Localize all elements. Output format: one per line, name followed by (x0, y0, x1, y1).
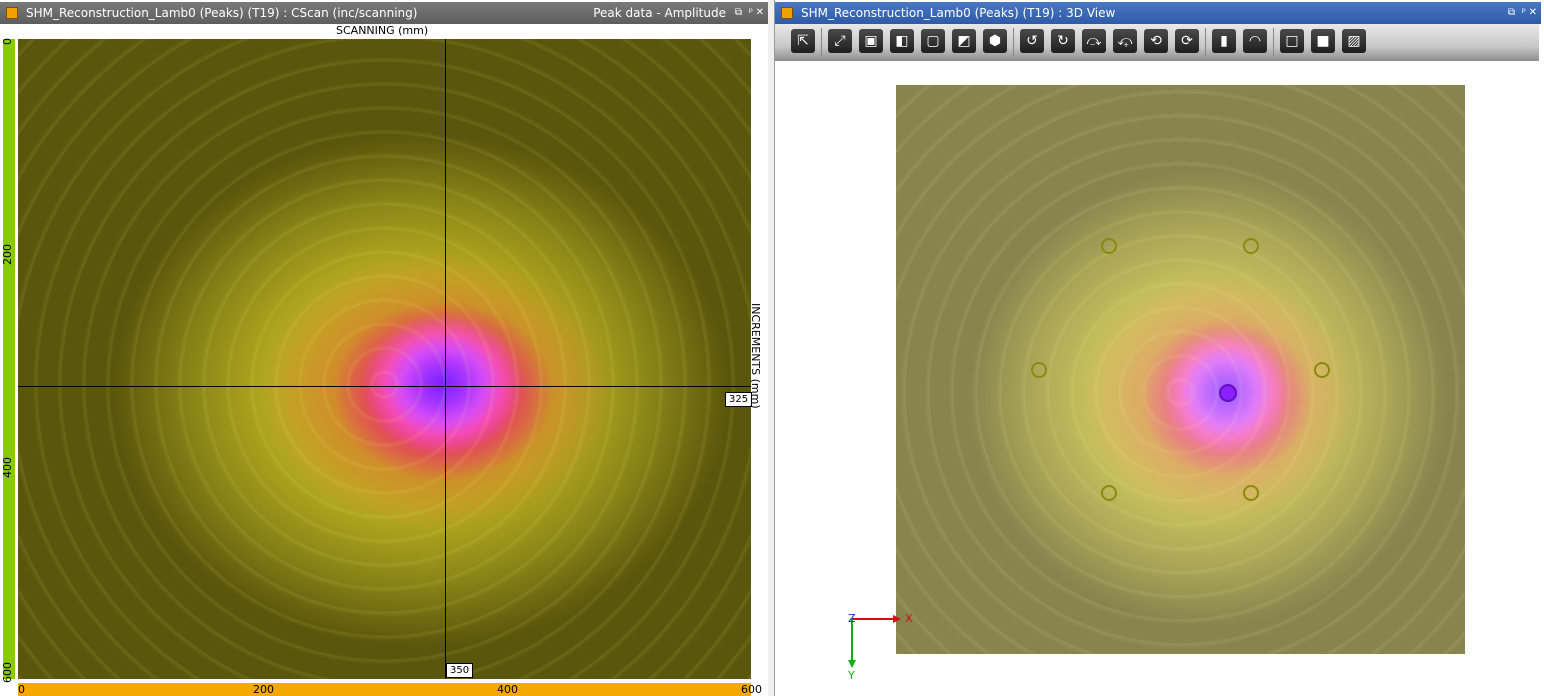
cscan-subtitle: Peak data - Amplitude (593, 6, 726, 20)
fit-icon[interactable]: ⤢ (828, 29, 852, 53)
cscan-image[interactable] (18, 39, 751, 679)
view3d-toolbar: ⇱ ⤢ ▣ ◧ ▢ ◩ ⬢ ↺ ↻ ⤼ ⤽ ⟲ ⟳ ▮ ◠ □ ■ ▨ (775, 24, 1539, 61)
y-tick-200: 200 (1, 244, 14, 265)
increment-axis-bar[interactable] (3, 39, 15, 679)
pin-icon[interactable]: ᵖ (749, 2, 753, 24)
y-tick-600: 600 (1, 662, 14, 683)
window-icon (6, 7, 18, 19)
axis-y-label: Y (848, 669, 855, 682)
cube-view-icon[interactable]: ▣ (859, 29, 883, 53)
hatch-icon[interactable]: ▨ (1342, 29, 1366, 53)
axis-x-label: X (905, 612, 913, 625)
box-outline-icon[interactable]: □ (1280, 29, 1304, 53)
y-axis-label: INCREMENTS (mm) (749, 303, 762, 409)
sensor-marker[interactable] (1101, 485, 1117, 501)
toolbar-separator (1205, 28, 1206, 56)
rotate-down-icon[interactable]: ⤽ (1113, 29, 1137, 53)
cscan-panel: SHM_Reconstruction_Lamb0 (Peaks) (T19) :… (0, 0, 768, 696)
x-tick-200: 200 (253, 683, 274, 696)
y-tick-400: 400 (1, 457, 14, 478)
cscan-title: SHM_Reconstruction_Lamb0 (Peaks) (T19) :… (26, 6, 418, 20)
sensor-marker[interactable] (1243, 238, 1259, 254)
scanning-axis-bar[interactable] (18, 683, 751, 696)
toolbar-separator (1273, 28, 1274, 56)
rotate-up-icon[interactable]: ⤼ (1082, 29, 1106, 53)
wire-cube-icon[interactable]: ▢ (921, 29, 945, 53)
cursor-vertical[interactable] (445, 39, 446, 679)
rotate-ccw-icon[interactable]: ⟲ (1144, 29, 1168, 53)
sensor-marker[interactable] (1101, 238, 1117, 254)
sensor-marker[interactable] (1243, 485, 1259, 501)
toolbar-separator (821, 28, 822, 56)
cube-red-face-icon[interactable]: ◩ (952, 29, 976, 53)
axis-z-label: Z (848, 612, 856, 625)
ruler-icon[interactable]: ▮ (1212, 29, 1236, 53)
3d-render-plate[interactable] (896, 85, 1465, 654)
cursor-x-value: 350 (446, 663, 474, 678)
sensor-marker[interactable] (1314, 362, 1330, 378)
cursor-horizontal[interactable] (18, 386, 751, 387)
restore-icon[interactable]: ⧉ (1508, 2, 1515, 24)
view3d-titlebar[interactable]: SHM_Reconstruction_Lamb0 (Peaks) (T19) :… (775, 2, 1541, 24)
select-icon[interactable]: ⇱ (791, 29, 815, 53)
rotate-cw-icon[interactable]: ⟳ (1175, 29, 1199, 53)
sensor-marker[interactable] (1031, 362, 1047, 378)
box-solid-icon[interactable]: ■ (1311, 29, 1335, 53)
cube-iso-icon[interactable]: ⬢ (983, 29, 1007, 53)
view3d-panel: SHM_Reconstruction_Lamb0 (Peaks) (T19) :… (774, 0, 1544, 696)
restore-icon[interactable]: ⧉ (735, 2, 742, 24)
x-tick-600: 600 (741, 683, 762, 696)
toolbar-separator (1013, 28, 1014, 56)
rotate-right-icon[interactable]: ↻ (1051, 29, 1075, 53)
x-axis-label: SCANNING (mm) (336, 24, 429, 37)
x-tick-0: 0 (18, 683, 25, 696)
rotate-left-icon[interactable]: ↺ (1020, 29, 1044, 53)
view3d-title: SHM_Reconstruction_Lamb0 (Peaks) (T19) :… (801, 6, 1116, 20)
close-icon[interactable]: ✕ (1529, 2, 1537, 24)
window-icon (781, 7, 793, 19)
y-tick-0: 0 (1, 38, 14, 45)
damage-location-marker[interactable] (1219, 384, 1237, 402)
close-icon[interactable]: ✕ (756, 2, 764, 24)
cube-red-icon[interactable]: ◧ (890, 29, 914, 53)
cscan-titlebar[interactable]: SHM_Reconstruction_Lamb0 (Peaks) (T19) :… (0, 2, 768, 24)
x-tick-400: 400 (497, 683, 518, 696)
protractor-icon[interactable]: ◠ (1243, 29, 1267, 53)
pin-icon[interactable]: ᵖ (1522, 2, 1526, 24)
